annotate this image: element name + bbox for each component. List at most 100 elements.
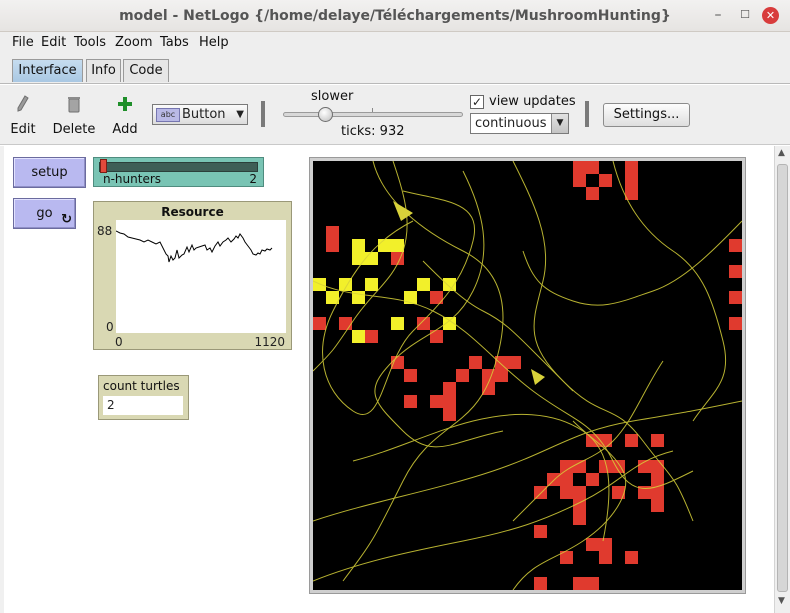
menu-tabs[interactable]: Tabs: [160, 35, 189, 50]
checkmark-icon: ✓: [471, 95, 483, 109]
patch-cell: [729, 239, 742, 252]
patch-cell: [456, 369, 469, 382]
patch-cell: [573, 577, 586, 590]
world-view[interactable]: [313, 161, 742, 590]
plot-xmax: 1120: [254, 335, 285, 349]
settings-button[interactable]: Settings...: [603, 103, 690, 127]
hunter-turtle: [531, 369, 545, 385]
patch-cell: [352, 239, 365, 252]
patch-cell: [729, 317, 742, 330]
ticks-counter: ticks: 932: [341, 124, 405, 139]
edit-button[interactable]: Edit: [9, 94, 37, 137]
patch-cell: [651, 434, 664, 447]
scroll-down-icon[interactable]: ▼: [778, 596, 785, 606]
tab-row: Interface Info Code: [0, 54, 790, 84]
patch-cell: [365, 278, 378, 291]
patch-cell: [378, 239, 391, 252]
monitor-name: count turtles: [103, 379, 180, 393]
delete-button[interactable]: Delete: [52, 94, 96, 137]
patch-cell: [404, 395, 417, 408]
slider-name: n-hunters: [103, 172, 162, 186]
patch-cell: [443, 382, 456, 395]
plot-area: [115, 220, 286, 333]
tab-code[interactable]: Code: [123, 59, 169, 82]
patch-cell: [651, 460, 664, 473]
toolbar: Edit Delete Add abc Button ▼ slower tick…: [0, 85, 790, 145]
patch-cell: [586, 473, 599, 486]
patch-cell: [352, 330, 365, 343]
edit-label: Edit: [10, 122, 36, 137]
minimize-icon[interactable]: –: [710, 7, 726, 23]
patch-cell: [469, 356, 482, 369]
setup-button[interactable]: setup: [13, 157, 86, 188]
patch-cell: [534, 577, 547, 590]
slider-thumb[interactable]: [100, 159, 107, 173]
toolbar-separator: [261, 101, 265, 127]
scroll-up-icon[interactable]: ▲: [778, 148, 785, 158]
patch-cell: [417, 317, 430, 330]
go-label: go: [36, 206, 53, 221]
patch-cell: [391, 317, 404, 330]
view-updates-checkbox[interactable]: ✓: [470, 95, 484, 109]
patch-cell: [547, 473, 560, 486]
patch-cell: [352, 252, 365, 265]
menu-edit[interactable]: Edit: [41, 35, 66, 50]
patch-cell: [573, 460, 586, 473]
speed-slider-track[interactable]: [283, 112, 463, 117]
patch-cell: [365, 252, 378, 265]
patch-cell: [651, 499, 664, 512]
n-hunters-slider[interactable]: n-hunters 2: [93, 157, 264, 187]
patch-cell: [729, 265, 742, 278]
update-mode-value: continuous: [475, 116, 547, 131]
maximize-icon[interactable]: ☐: [737, 7, 753, 23]
patch-cell: [443, 395, 456, 408]
patch-cell: [313, 317, 326, 330]
tab-interface[interactable]: Interface: [12, 59, 83, 82]
patch-cell: [560, 486, 573, 499]
plot-xmin: 0: [115, 335, 123, 349]
interface-panel: setup go ↻ n-hunters 2 Resource 88 0 0 1…: [0, 146, 790, 613]
patch-cell: [430, 395, 443, 408]
delete-label: Delete: [52, 122, 96, 137]
patch-cell: [326, 239, 339, 252]
patch-cell: [573, 161, 586, 174]
go-button[interactable]: go ↻: [13, 198, 76, 229]
tab-info[interactable]: Info: [86, 59, 121, 82]
menu-zoom[interactable]: Zoom: [115, 35, 152, 50]
widget-type-label: Button: [182, 107, 226, 122]
add-label: Add: [112, 122, 138, 137]
plot-ymax: 88: [97, 224, 113, 238]
add-button[interactable]: Add: [111, 94, 139, 137]
patch-cell: [651, 473, 664, 486]
plot-line: [115, 230, 273, 263]
chevron-down-icon: ▼: [551, 114, 568, 133]
patch-cell: [625, 551, 638, 564]
view-updates-label: view updates: [489, 94, 576, 109]
patch-cell: [625, 434, 638, 447]
patch-cell: [391, 356, 404, 369]
widget-type-select[interactable]: abc Button ▼: [152, 104, 248, 125]
trash-icon: [68, 97, 80, 113]
patch-cell: [573, 512, 586, 525]
button-widget-icon: abc: [156, 108, 180, 122]
patch-cell: [625, 174, 638, 187]
hunter-trails: [313, 161, 742, 590]
speed-slider-center-tick: [372, 108, 373, 112]
menu-help[interactable]: Help: [199, 35, 229, 50]
update-mode-select[interactable]: continuous ▼: [470, 113, 569, 134]
close-icon[interactable]: ✕: [762, 7, 779, 24]
patch-cell: [326, 226, 339, 239]
patch-cell: [586, 538, 599, 551]
chevron-down-icon: ▼: [236, 109, 244, 120]
forever-icon: ↻: [61, 212, 72, 227]
patch-cell: [599, 538, 612, 551]
patch-cell: [404, 369, 417, 382]
vertical-scrollbar[interactable]: ▲ ▼: [774, 146, 790, 613]
patch-cell: [495, 369, 508, 382]
patch-cell: [534, 486, 547, 499]
menu-tools[interactable]: Tools: [74, 35, 106, 50]
speed-slider-thumb[interactable]: [318, 107, 333, 122]
menu-file[interactable]: File: [12, 35, 34, 50]
scrollbar-thumb[interactable]: [777, 164, 788, 592]
slider-track[interactable]: [99, 162, 258, 172]
